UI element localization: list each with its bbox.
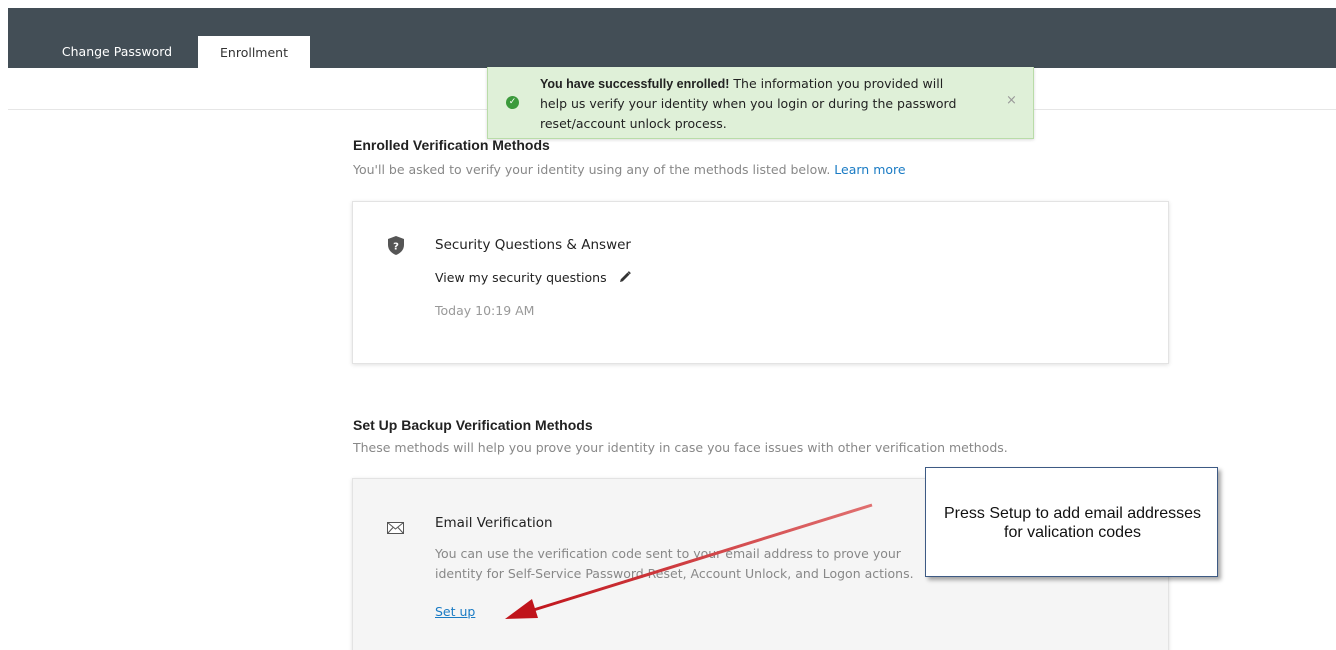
view-security-questions-link[interactable]: View my security questions [435,270,631,286]
security-questions-title: Security Questions & Answer [435,237,631,253]
backup-section-subtitle: These methods will help you prove your i… [353,440,1008,455]
callout-box: Press Setup to add email addresses for v… [925,467,1218,577]
email-setup-link[interactable]: Set up [435,604,475,619]
close-icon[interactable]: × [1006,93,1017,108]
enrolled-section-title: Enrolled Verification Methods [353,137,550,153]
email-verification-description: You can use the verification code sent t… [435,546,914,581]
svg-text:?: ? [393,242,399,253]
email-verification-title: Email Verification [435,515,553,531]
enrolled-subtitle-text: You'll be asked to verify your identity … [353,162,831,177]
toast-bold: You have successfully enrolled! [540,77,730,91]
learn-more-link[interactable]: Learn more [834,162,905,177]
callout-text: Press Setup to add email addresses for v… [943,505,1202,541]
view-security-questions-label: View my security questions [435,270,607,285]
enrolled-timestamp: Today 10:19 AM [435,303,535,318]
check-circle-icon: ✓ [506,96,519,109]
tab-change-password[interactable]: Change Password [42,37,192,67]
success-toast: ✓ You have successfully enrolled! The in… [487,67,1034,139]
toast-message: You have successfully enrolled! The info… [540,74,960,134]
enrolled-section-subtitle: You'll be asked to verify your identity … [353,162,906,177]
pencil-icon[interactable] [619,271,631,286]
envelope-icon [387,519,404,538]
tab-enrollment[interactable]: Enrollment [198,36,310,69]
shield-question-icon: ? [388,236,404,259]
backup-section-title: Set Up Backup Verification Methods [353,417,593,433]
